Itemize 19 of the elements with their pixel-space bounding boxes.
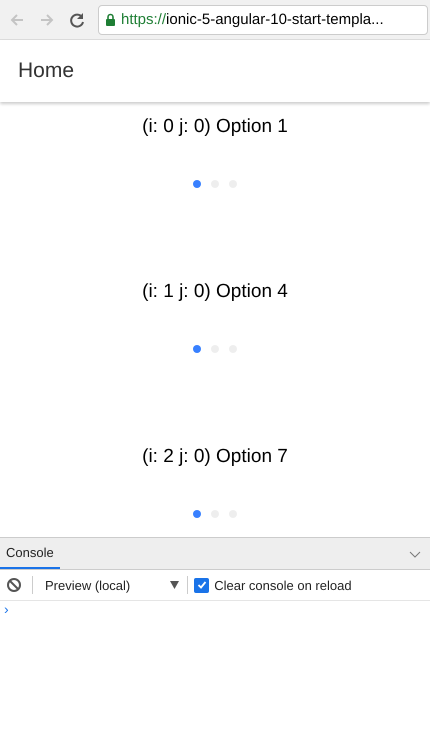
pagination-dot[interactable]: [193, 180, 201, 188]
console-tab[interactable]: Console: [0, 538, 60, 569]
page-title: Home: [18, 59, 74, 83]
caret-icon: [170, 581, 180, 589]
console-prompt[interactable]: ›: [0, 601, 9, 617]
address-bar[interactable]: https://ionic-5-angular-10-start-templa...: [98, 4, 428, 34]
pagination-dot[interactable]: [193, 510, 201, 518]
checkbox-label: Clear console on reload: [214, 578, 352, 592]
context-dropdown[interactable]: Preview (local): [33, 578, 188, 592]
url-text: https://ionic-5-angular-10-start-templa...: [121, 11, 384, 28]
slide-label: (i: 0 j: 0) Option 1: [142, 116, 288, 138]
slide-label: (i: 1 j: 0) Option 4: [142, 281, 288, 303]
checkbox[interactable]: [194, 578, 210, 592]
reload-icon[interactable]: [68, 10, 86, 28]
checkmark-icon: [196, 580, 207, 590]
slide-label: (i: 2 j: 0) Option 7: [142, 446, 288, 468]
lock-icon: [105, 13, 116, 26]
clear-console-icon[interactable]: [6, 577, 22, 593]
pagination-dot[interactable]: [193, 345, 201, 353]
